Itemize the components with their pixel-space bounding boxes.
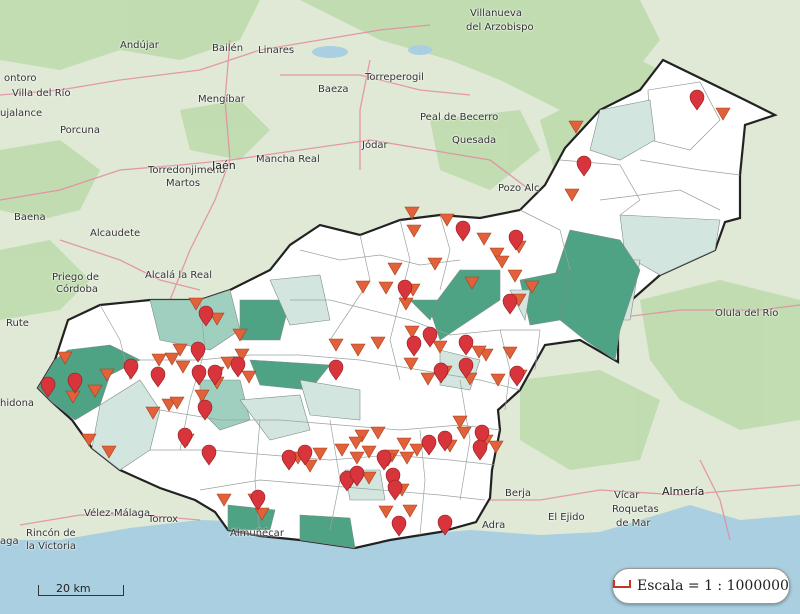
place-label-pozoalcon: Pozo Alc	[498, 183, 540, 194]
place-label-priego: Priego de	[52, 272, 100, 283]
place-label-vicar: Vícar	[614, 490, 640, 501]
place-label-rute: Rute	[6, 318, 29, 329]
place-label-aga: aga	[0, 536, 19, 547]
place-label-oluladelrio: Olula del Río	[715, 308, 779, 319]
place-label-almunecar: Almuñécar	[230, 528, 284, 539]
place-label-demar: de Mar	[616, 518, 651, 529]
place-label-martos: Martos	[166, 178, 201, 189]
scale-icon	[613, 580, 632, 588]
scale-box[interactable]: Escala = 1 : 1000000	[612, 568, 790, 604]
place-label-rincon: Rincón de	[26, 528, 76, 539]
place-label-jalance: ujalance	[0, 108, 43, 119]
place-label-manchareal: Mancha Real	[256, 154, 320, 165]
place-label-alcalareal: Alcalá la Real	[145, 270, 212, 281]
place-label-elejido: El Ejido	[548, 512, 585, 523]
place-label-linares: Linares	[258, 45, 295, 56]
scale-bar-label: 20 km	[56, 582, 91, 595]
place-label-arzobispo: del Arzobispo	[466, 22, 534, 33]
place-label-jaen: Jaén	[212, 159, 236, 172]
place-label-baena: Baena	[14, 212, 46, 223]
place-label-montoro: ontoro	[4, 73, 37, 84]
place-label-alcaudete: Alcaudete	[90, 228, 141, 239]
place-label-villadelrio: Villa del Río	[12, 88, 71, 99]
place-label-torrox: Torrox	[148, 514, 179, 525]
place-label-jodar: Jódar	[362, 140, 388, 151]
place-label-lavictoria: la Victoria	[26, 541, 77, 552]
place-label-mengibar: Mengíbar	[198, 94, 245, 105]
place-label-andujar: Andújar	[120, 40, 159, 51]
place-label-bailen: Bailén	[212, 43, 244, 54]
place-label-torreperogil: Torreperogil	[365, 72, 424, 83]
place-label-roquetas: Roquetas	[612, 504, 659, 515]
place-label-velez: Vélez-Málaga	[84, 508, 151, 519]
place-label-berja: Berja	[505, 488, 532, 499]
place-label-cordoba: Córdoba	[56, 284, 98, 295]
place-label-porcuna: Porcuna	[60, 125, 100, 136]
place-label-adra: Adra	[482, 520, 506, 531]
place-label-hidona: hidona	[0, 398, 35, 409]
place-label-villanueva: Villanueva	[470, 8, 522, 19]
place-label-almeria: Almería	[662, 485, 705, 498]
scale-box-text: Escala = 1 : 1000000	[637, 578, 789, 594]
map-canvas[interactable]	[0, 0, 800, 614]
place-label-pealdebecerro: Peal de Becerro	[420, 112, 499, 123]
place-label-quesada: Quesada	[452, 135, 497, 146]
place-label-baeza: Baeza	[318, 84, 349, 95]
